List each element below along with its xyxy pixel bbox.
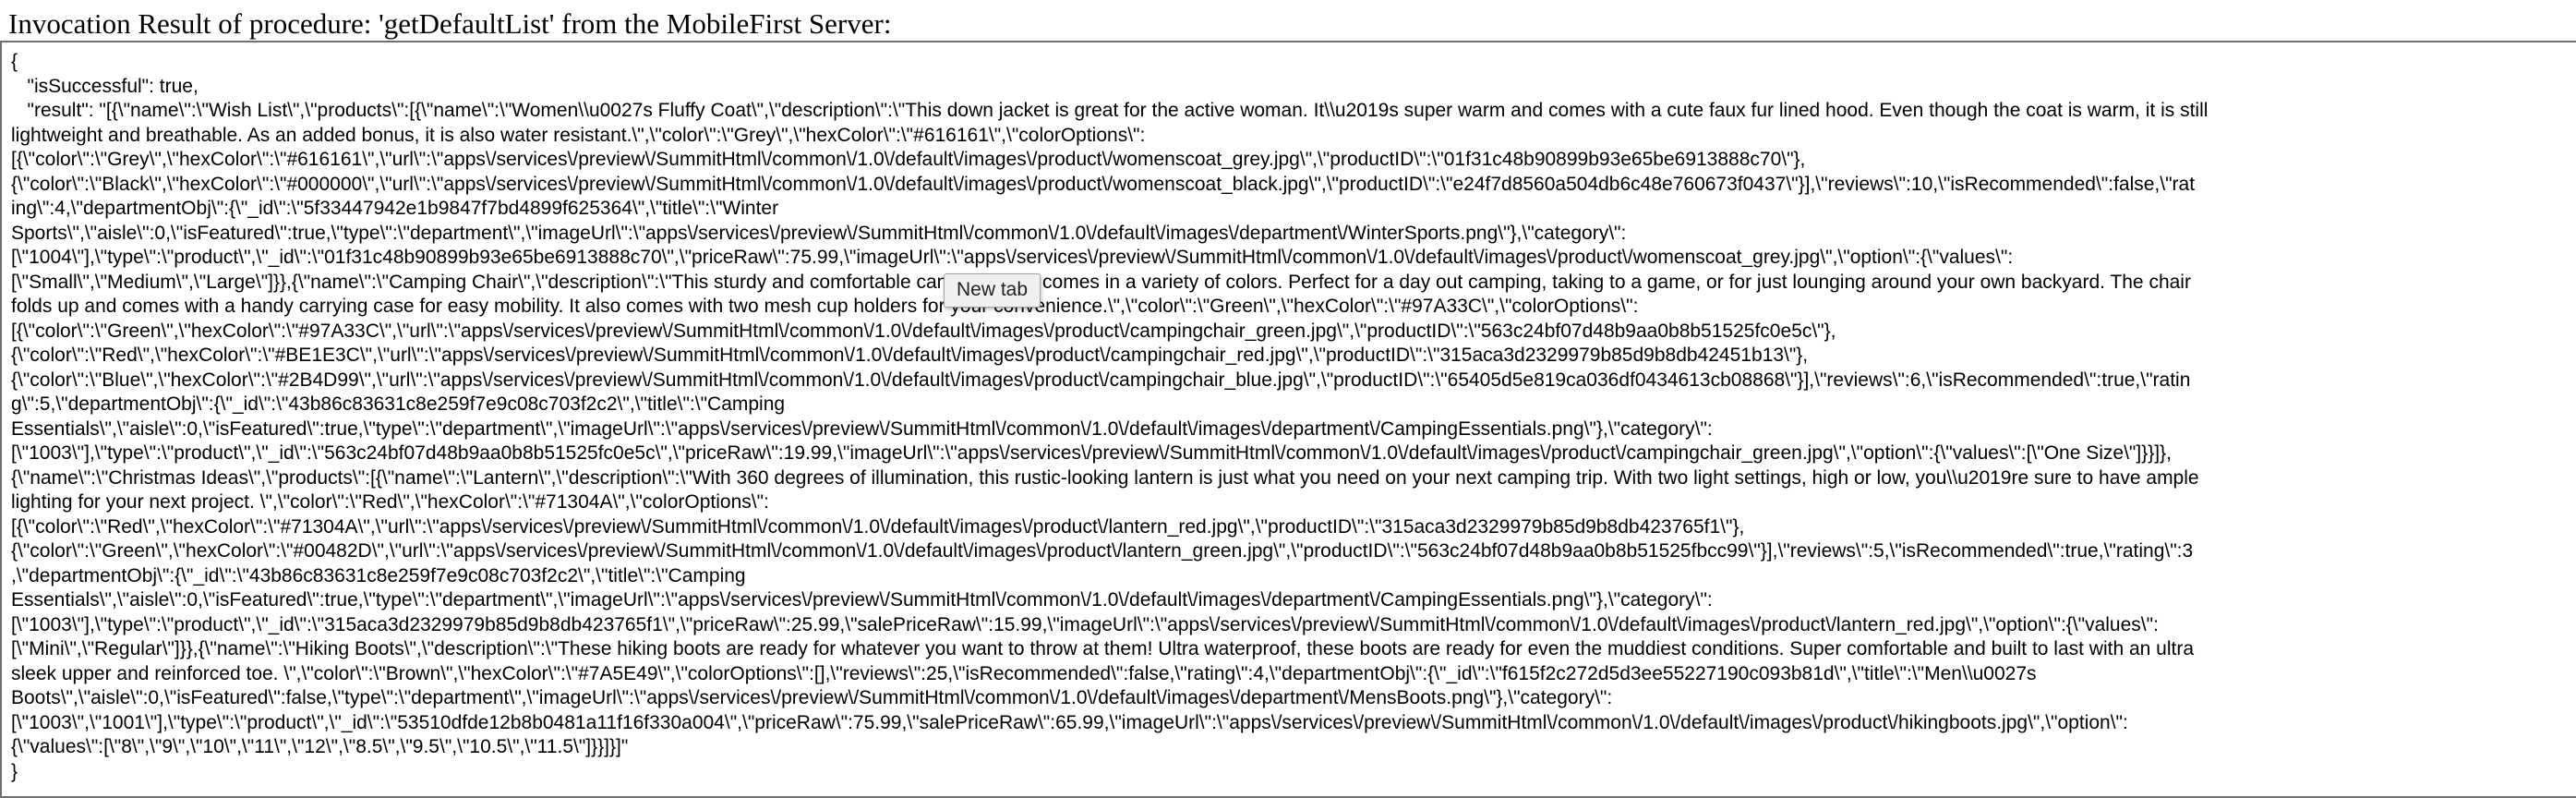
result-line: lighting for your next project. \",\"col… — [11, 491, 769, 513]
result-line: {\"name\":\"Christmas Ideas\",\"products… — [11, 466, 2199, 489]
result-line: [\"Small\",\"Medium\",\"Large\"]}},{\"na… — [11, 271, 2191, 293]
result-output-box[interactable]: { "isSuccessful": true, "result": "[{\"n… — [0, 41, 2576, 798]
result-line: Essentials\",\"aisle\":0,\"isFeatured\":… — [11, 417, 1713, 440]
result-line: Essentials\",\"aisle\":0,\"isFeatured\":… — [11, 589, 1713, 611]
result-line: {\"color\":\"Blue\",\"hexColor\":\"#2B4D… — [11, 369, 2191, 391]
result-line: [\"1004\"],\"type\":\"product\",\"_id\":… — [11, 247, 2014, 268]
result-line: g\":5,\"departmentObj\":{\"_id\":\"43b86… — [11, 393, 786, 415]
result-line: [{\"color\":\"Green\",\"hexColor\":\"#97… — [11, 320, 1836, 342]
result-line: {\"color\":\"Black\",\"hexColor\":\"#000… — [11, 173, 2196, 195]
result-line: [{\"color\":\"Grey\",\"hexColor\":\"#616… — [11, 149, 1806, 170]
page-title: Invocation Result of procedure: 'getDefa… — [8, 7, 892, 40]
result-line: lightweight and breathable. As an added … — [11, 124, 1146, 146]
result-line: sleek upper and reinforced toe. \",\"col… — [11, 662, 2037, 684]
result-line: ,\"departmentObj\":{\"_id\":\"43b86c8363… — [11, 564, 746, 586]
result-line: } — [11, 760, 18, 782]
result-json-text: { "isSuccessful": true, "result": "[{\"n… — [2, 42, 2576, 784]
result-line: ing\":4,\"departmentObj\":{\"_id\":\"5f3… — [11, 198, 779, 219]
result-line: Boots\",\"aisle\":0,\"isFeatured\":false… — [11, 687, 1613, 708]
result-line: [\"Mini\",\"Regular\"]}},{\"name\":\"Hik… — [11, 638, 2195, 659]
result-line: folds up and comes with a handy carrying… — [11, 296, 1639, 317]
result-line: { — [11, 51, 18, 72]
new-tab-tooltip: New tab — [944, 273, 1041, 308]
result-line: "isSuccessful": true, — [11, 75, 199, 97]
result-line: [\"1003\"],\"type\":\"product\",\"_id\":… — [11, 613, 2159, 635]
result-line: {\"color\":\"Green\",\"hexColor\":\"#004… — [11, 540, 2194, 562]
result-line: {\"values\":[\"8\",\"9\",\"10\",\"11\",\… — [11, 736, 629, 757]
result-line: "result": "[{\"name\":\"Wish List\",\"pr… — [11, 100, 2209, 121]
result-line: {\"color\":\"Red\",\"hexColor\":\"#BE1E3… — [11, 345, 1809, 366]
result-line: [{\"color\":\"Red\",\"hexColor\":\"#7130… — [11, 515, 1745, 538]
result-line: [\"1003\"],\"type\":\"product\",\"_id\":… — [11, 442, 2172, 464]
result-line: [\"1003\",\"1001\"],\"type\":\"product\"… — [11, 711, 2128, 733]
result-line: Sports\",\"aisle\":0,\"isFeatured\":true… — [11, 222, 1627, 244]
